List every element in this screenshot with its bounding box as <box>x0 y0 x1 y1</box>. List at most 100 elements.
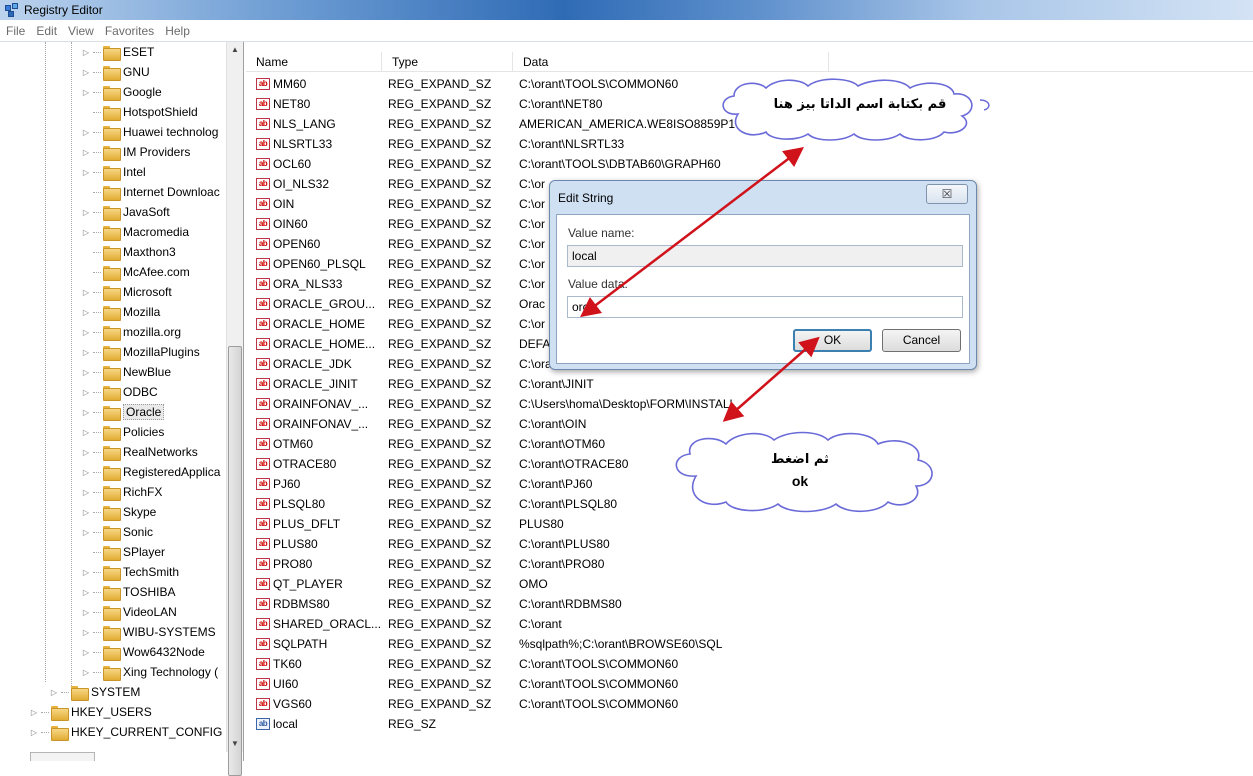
tree-node-root[interactable]: ▷ HKEY_CURRENT_CONFIG <box>28 722 222 742</box>
tree-node-label[interactable]: RegisteredApplica <box>123 465 220 479</box>
expand-arrow-icon[interactable]: ▷ <box>80 608 92 617</box>
tree-node-label[interactable]: Intel <box>123 165 146 179</box>
tree-node[interactable]: ▷ Oracle <box>80 402 165 422</box>
menu-edit[interactable]: Edit <box>36 24 57 38</box>
tree-node[interactable]: ▷ Xing Technology ( <box>80 662 218 682</box>
tree-node[interactable]: ▷ Macromedia <box>80 222 189 242</box>
expand-arrow-icon[interactable]: ▷ <box>80 648 92 657</box>
tree-node[interactable]: ▷ RegisteredApplica <box>80 462 220 482</box>
value-row[interactable]: ab SQLPATH REG_EXPAND_SZ %sqlpath%;C:\orant… <box>246 634 1253 654</box>
tree-node-label[interactable]: Huawei technolog <box>123 125 218 139</box>
tree-node-label[interactable]: Mozilla <box>123 305 160 319</box>
tree-node[interactable]: ▷ mozilla.org <box>80 322 181 342</box>
expand-arrow-icon[interactable]: ▷ <box>80 528 92 537</box>
value-row[interactable]: ab SHARED_ORACL... REG_EXPAND_SZ C:\orant <box>246 614 1253 634</box>
expand-arrow-icon[interactable]: ▷ <box>80 308 92 317</box>
menu-help[interactable]: Help <box>165 24 190 38</box>
value-row[interactable]: ab UI60 REG_EXPAND_SZ C:\orant\TOOLS\COMMON… <box>246 674 1253 694</box>
dialog-close-button[interactable]: ☒ <box>926 184 968 204</box>
value-row[interactable]: ab ORAINFONAV_... REG_EXPAND_SZ C:\Users\ho… <box>246 394 1253 414</box>
tree-node[interactable]: Internet Downloac <box>80 182 220 202</box>
expand-arrow-icon[interactable]: ▷ <box>80 568 92 577</box>
tree-node[interactable]: ▷ Wow6432Node <box>80 642 205 662</box>
expand-arrow-icon[interactable]: ▷ <box>80 668 92 677</box>
tree-node[interactable]: ▷ Intel <box>80 162 146 182</box>
expand-arrow-icon[interactable]: ▷ <box>80 48 92 57</box>
values-list[interactable]: Name Type Data ab MM60 REG_EXPAND_SZ C:\ora… <box>246 42 1253 761</box>
tree-node[interactable]: SPlayer <box>80 542 165 562</box>
expand-arrow-icon[interactable]: ▷ <box>80 408 92 417</box>
expand-arrow-icon[interactable]: ▷ <box>80 328 92 337</box>
expand-arrow-icon[interactable]: ▷ <box>80 348 92 357</box>
tree-node-label[interactable]: HotspotShield <box>123 105 198 119</box>
tree-node[interactable]: ▷ Huawei technolog <box>80 122 218 142</box>
expand-arrow-icon[interactable]: ▷ <box>80 448 92 457</box>
column-header-data[interactable]: Data <box>513 52 829 72</box>
tree-node[interactable]: HotspotShield <box>80 102 198 122</box>
tree-node-label[interactable]: RealNetworks <box>123 445 198 459</box>
expand-arrow-icon[interactable]: ▷ <box>80 128 92 137</box>
tree-node-label[interactable]: Policies <box>123 425 164 439</box>
expand-arrow-icon[interactable]: ▷ <box>80 468 92 477</box>
tree-node[interactable]: ▷ ESET <box>80 42 154 62</box>
tree-node-label[interactable]: IM Providers <box>123 145 190 159</box>
tree-node-label[interactable]: TechSmith <box>123 565 179 579</box>
tree-node[interactable]: ▷ IM Providers <box>80 142 190 162</box>
scroll-down-arrow-icon[interactable]: ▼ <box>227 736 243 752</box>
tree-node-label[interactable]: MozillaPlugins <box>123 345 200 359</box>
expand-arrow-icon[interactable]: ▷ <box>80 368 92 377</box>
tree-node[interactable]: ▷ WIBU-SYSTEMS <box>80 622 216 642</box>
value-row[interactable]: ab QT_PLAYER REG_EXPAND_SZ OMO <box>246 574 1253 594</box>
scrollbar-thumb[interactable] <box>228 346 242 776</box>
tree-node-label[interactable]: TOSHIBA <box>123 585 175 599</box>
tree-node[interactable]: ▷ VideoLAN <box>80 602 177 622</box>
tree-node-label[interactable]: Skype <box>123 505 156 519</box>
column-header-name[interactable]: Name <box>246 52 382 72</box>
value-row[interactable]: ab PLUS_DFLT REG_EXPAND_SZ PLUS80 <box>246 514 1253 534</box>
expand-arrow-icon[interactable]: ▷ <box>80 508 92 517</box>
expand-arrow-icon[interactable]: ▷ <box>80 428 92 437</box>
value-row[interactable]: ab VGS60 REG_EXPAND_SZ C:\orant\TOOLS\COMMO… <box>246 694 1253 714</box>
value-row[interactable]: ab OCL60 REG_EXPAND_SZ C:\orant\TOOLS\DBTAB… <box>246 154 1253 174</box>
tree-node-system[interactable]: ▷ SYSTEM <box>48 682 140 702</box>
tree-node-label[interactable]: Maxthon3 <box>123 245 176 259</box>
tree-node-label[interactable]: GNU <box>123 65 150 79</box>
expand-arrow-icon[interactable]: ▷ <box>48 688 60 697</box>
tree-node[interactable]: ▷ RichFX <box>80 482 162 502</box>
expand-arrow-icon[interactable]: ▷ <box>80 68 92 77</box>
tree-node-label[interactable]: mozilla.org <box>123 325 181 339</box>
tree-node-label[interactable]: ESET <box>123 45 154 59</box>
tree-node-label[interactable]: SPlayer <box>123 545 165 559</box>
expand-arrow-icon[interactable]: ▷ <box>80 228 92 237</box>
expand-arrow-icon[interactable]: ▷ <box>80 388 92 397</box>
ok-button[interactable]: OK <box>793 329 872 352</box>
tree-node[interactable]: McAfee.com <box>80 262 190 282</box>
tree-node-label[interactable]: SYSTEM <box>91 685 140 699</box>
tree-node-label[interactable]: HKEY_USERS <box>71 705 152 719</box>
tree-node[interactable]: ▷ Microsoft <box>80 282 172 302</box>
tree-node-root[interactable]: ▷ HKEY_USERS <box>28 702 152 722</box>
tree-node-label[interactable]: HKEY_CURRENT_CONFIG <box>71 725 222 739</box>
menu-view[interactable]: View <box>68 24 94 38</box>
tree-node-label[interactable]: Oracle <box>123 404 165 420</box>
tree-node[interactable]: ▷ ODBC <box>80 382 158 402</box>
value-row[interactable]: ab RDBMS80 REG_EXPAND_SZ C:\orant\RDBMS80 <box>246 594 1253 614</box>
tree-node[interactable]: ▷ TOSHIBA <box>80 582 175 602</box>
tree-node-label[interactable]: NewBlue <box>123 365 171 379</box>
tree-node[interactable]: ▷ JavaSoft <box>80 202 170 222</box>
tree-node-label[interactable]: Sonic <box>123 525 153 539</box>
tree-scrollbar[interactable]: ▲ ▼ <box>226 42 243 776</box>
menu-file[interactable]: File <box>6 24 25 38</box>
expand-arrow-icon[interactable]: ▷ <box>80 208 92 217</box>
horizontal-scrollbar[interactable] <box>30 752 95 761</box>
tree-node-label[interactable]: Google <box>123 85 162 99</box>
tree-node-label[interactable]: McAfee.com <box>123 265 190 279</box>
expand-arrow-icon[interactable]: ▷ <box>80 588 92 597</box>
value-data-field[interactable]: orcl <box>567 296 963 318</box>
expand-arrow-icon[interactable]: ▷ <box>80 148 92 157</box>
expand-arrow-icon[interactable]: ▷ <box>28 708 40 717</box>
value-row[interactable]: ab ORACLE_JINIT REG_EXPAND_SZ C:\orant\JINI… <box>246 374 1253 394</box>
tree-node-label[interactable]: WIBU-SYSTEMS <box>123 625 216 639</box>
value-name-field[interactable]: local <box>567 245 963 267</box>
expand-arrow-icon[interactable]: ▷ <box>80 168 92 177</box>
